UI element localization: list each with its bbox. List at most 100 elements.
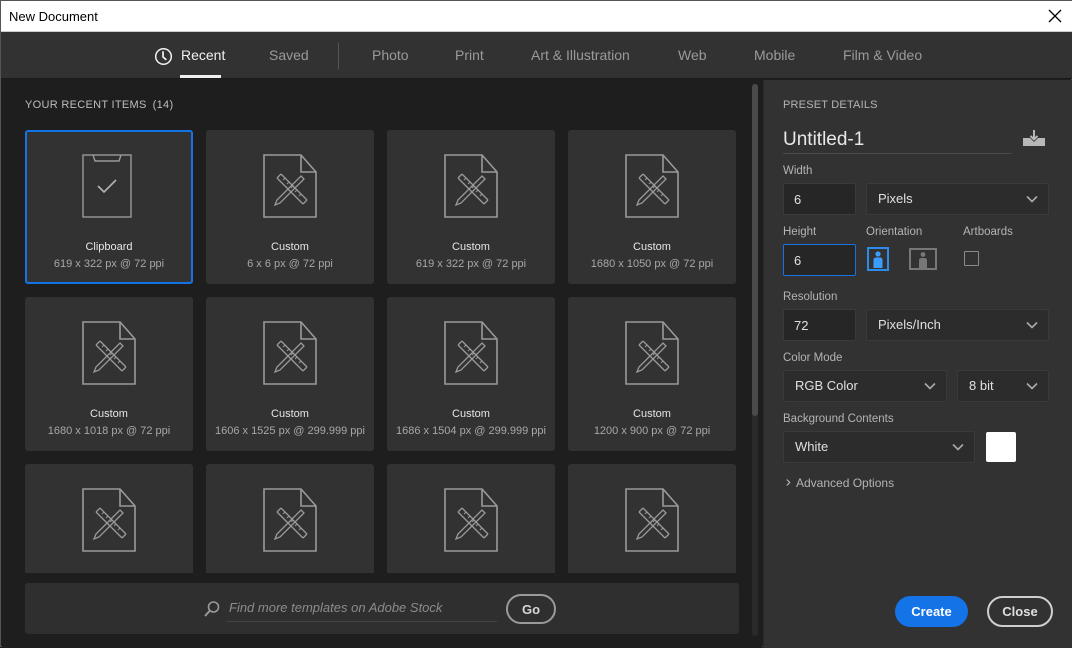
document-name-input[interactable] — [783, 126, 1012, 154]
width-input[interactable] — [783, 183, 856, 215]
landscape-orientation-icon[interactable] — [909, 248, 937, 270]
color-mode-select[interactable]: RGB Color — [783, 370, 947, 402]
resolution-unit-select[interactable]: Pixels/Inch — [866, 309, 1049, 341]
height-label: Height — [783, 226, 817, 238]
save-preset-icon[interactable] — [1022, 128, 1046, 148]
recent-item-dimensions: 619 x 322 px @ 72 ppi — [53, 258, 165, 270]
recent-item-card[interactable] — [568, 464, 736, 573]
recent-item-card[interactable]: Custom 1606 x 1525 px @ 299.999 ppi — [206, 297, 374, 451]
resolution-input[interactable] — [783, 309, 856, 341]
recent-item-name: Custom — [271, 241, 309, 253]
tab-recent[interactable]: Recent — [181, 47, 225, 63]
resolution-label: Resolution — [783, 291, 838, 303]
artboards-label: Artboards — [963, 226, 1013, 238]
search-icon — [204, 601, 220, 617]
recent-item-dimensions: 1606 x 1525 px @ 299.999 ppi — [214, 425, 365, 437]
recent-item-name: Custom — [633, 241, 671, 253]
bit-depth-value: 8 bit — [969, 378, 994, 393]
orientation-label: Orientation — [866, 226, 923, 238]
custom-document-icon — [444, 488, 498, 552]
custom-document-icon — [82, 321, 136, 385]
preset-details-panel: PRESET DETAILS Width Pixels Height Orien… — [763, 80, 1072, 648]
tab-mobile[interactable]: Mobile — [754, 47, 795, 63]
tab-art-illustration[interactable]: Art & Illustration — [531, 47, 630, 63]
clock-icon — [154, 47, 173, 66]
advanced-options-toggle[interactable]: Advanced Options — [786, 476, 894, 490]
recent-item-name: Custom — [90, 408, 128, 420]
custom-document-icon — [625, 154, 679, 218]
width-unit-select[interactable]: Pixels — [866, 183, 1049, 215]
stock-search-input[interactable] — [227, 594, 497, 622]
portrait-orientation-icon[interactable] — [867, 247, 889, 271]
recent-item-dimensions: 1680 x 1018 px @ 72 ppi — [47, 425, 171, 437]
recent-items-heading: YOUR RECENT ITEMS (14) — [25, 99, 173, 111]
recent-item-name: Custom — [452, 241, 490, 253]
custom-document-icon — [625, 321, 679, 385]
recent-item-dimensions: 1686 x 1504 px @ 299.999 ppi — [395, 425, 546, 437]
recent-item-card[interactable] — [387, 464, 555, 573]
advanced-options-label: Advanced Options — [796, 476, 895, 490]
recent-item-name: Clipboard — [85, 241, 133, 253]
width-unit-value: Pixels — [878, 191, 913, 206]
tab-film-video[interactable]: Film & Video — [843, 47, 922, 63]
recent-item-dimensions: 619 x 322 px @ 72 ppi — [415, 258, 527, 270]
recent-item-card[interactable]: Custom 6 x 6 px @ 72 ppi — [206, 130, 374, 284]
tab-print[interactable]: Print — [455, 47, 484, 63]
custom-document-icon — [263, 154, 317, 218]
window-close-icon[interactable] — [1045, 6, 1065, 26]
tab-web[interactable]: Web — [678, 47, 707, 63]
recent-item-card[interactable]: Custom 1680 x 1050 px @ 72 ppi — [568, 130, 736, 284]
resolution-unit-value: Pixels/Inch — [878, 317, 941, 332]
window-title: New Document — [9, 9, 98, 24]
background-contents-value: White — [795, 439, 829, 454]
chevron-down-icon — [1026, 321, 1038, 329]
chevron-down-icon — [924, 382, 936, 390]
height-input[interactable] — [783, 244, 856, 276]
custom-document-icon — [444, 154, 498, 218]
recent-item-card[interactable]: Custom 1680 x 1018 px @ 72 ppi — [25, 297, 193, 451]
bit-depth-select[interactable]: 8 bit — [957, 370, 1049, 402]
recent-item-card[interactable]: Custom 1686 x 1504 px @ 299.999 ppi — [387, 297, 555, 451]
artboards-checkbox[interactable] — [964, 251, 979, 266]
recent-item-name: Custom — [271, 408, 309, 420]
recent-items-grid: Clipboard 619 x 322 px @ 72 ppi Custom 6 x … — [25, 130, 737, 573]
recent-items-count: (14) — [152, 99, 174, 111]
color-mode-label: Color Mode — [783, 352, 843, 364]
background-contents-label: Background Contents — [783, 413, 894, 425]
tab-photo[interactable]: Photo — [372, 47, 409, 63]
recent-item-card[interactable]: Custom 1200 x 900 px @ 72 ppi — [568, 297, 736, 451]
category-tabs: Recent Saved Photo Print Art & Illustrat… — [1, 32, 1072, 79]
recent-item-dimensions: 1200 x 900 px @ 72 ppi — [593, 425, 711, 437]
chevron-right-icon — [786, 479, 791, 486]
background-color-swatch[interactable] — [986, 432, 1016, 462]
recent-item-card[interactable] — [206, 464, 374, 573]
active-tab-indicator — [180, 75, 221, 78]
go-button[interactable]: Go — [506, 594, 556, 624]
create-button[interactable]: Create — [895, 596, 968, 627]
tab-saved[interactable]: Saved — [269, 47, 309, 63]
recent-item-card[interactable] — [25, 464, 193, 573]
new-document-dialog: New Document Recent Saved Photo Print Ar… — [0, 0, 1072, 648]
recent-item-card[interactable]: Clipboard 619 x 322 px @ 72 ppi — [25, 130, 193, 284]
tab-divider — [338, 43, 339, 69]
adobe-stock-search-bar: Go — [25, 583, 739, 634]
recent-item-card[interactable]: Custom 619 x 322 px @ 72 ppi — [387, 130, 555, 284]
recent-item-name: Custom — [633, 408, 671, 420]
chevron-down-icon — [1026, 195, 1038, 203]
chevron-down-icon — [1026, 382, 1038, 390]
clipboard-icon — [82, 154, 132, 218]
custom-document-icon — [263, 488, 317, 552]
background-contents-select[interactable]: White — [783, 431, 975, 463]
recent-item-dimensions: 1680 x 1050 px @ 72 ppi — [590, 258, 714, 270]
custom-document-icon — [82, 488, 136, 552]
custom-document-icon — [263, 321, 317, 385]
scrollbar-thumb[interactable] — [752, 84, 758, 416]
recent-items-panel: YOUR RECENT ITEMS (14) Clipboard 619 x 322… — [2, 80, 762, 648]
recent-item-dimensions: 6 x 6 px @ 72 ppi — [247, 258, 333, 270]
color-mode-value: RGB Color — [795, 378, 858, 393]
recent-item-name: Custom — [452, 408, 490, 420]
title-bar: New Document — [1, 1, 1072, 32]
close-button[interactable]: Close — [987, 596, 1053, 627]
preset-details-heading: PRESET DETAILS — [783, 99, 878, 111]
custom-document-icon — [444, 321, 498, 385]
